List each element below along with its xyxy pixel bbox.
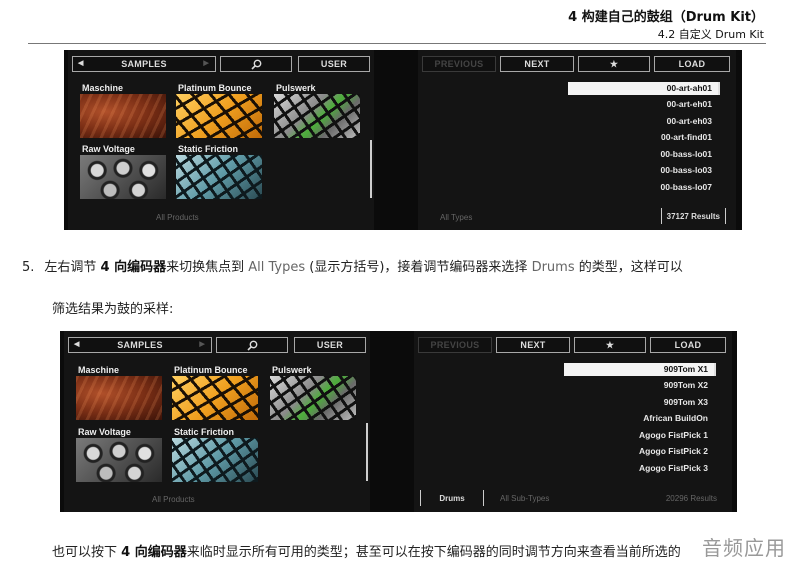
tile-static-friction-image[interactable]: [176, 155, 262, 199]
chapter-title: 4 构建自己的鼓组（Drum Kit）: [568, 10, 764, 25]
samples-button[interactable]: ◀ SAMPLES ▶: [68, 337, 212, 353]
product-filter[interactable]: All Products: [156, 213, 199, 222]
para-text: 也可以按下: [52, 545, 122, 560]
results-count: 20296 Results: [665, 493, 717, 503]
tile-platinum-bounce-image[interactable]: [172, 376, 258, 420]
tile-label-pulswerk: Pulswerk: [276, 83, 316, 93]
tile-label-platinum-bounce: Platinum Bounce: [178, 83, 252, 93]
product-filter[interactable]: All Products: [152, 495, 195, 504]
samples-label: SAMPLES: [121, 59, 167, 69]
step-number: 5.: [22, 260, 35, 275]
list-item[interactable]: 00-bass-lo01: [568, 146, 718, 163]
user-button[interactable]: USER: [298, 56, 370, 72]
arrow-right-icon: ▶: [203, 60, 209, 67]
favorite-star-button[interactable]: ★: [578, 56, 650, 72]
tile-label-pulswerk: Pulswerk: [272, 365, 312, 375]
list-scrollbar[interactable]: [718, 82, 720, 95]
search-icon: [246, 340, 257, 351]
tile-maschine-image[interactable]: [80, 94, 166, 138]
user-button[interactable]: USER: [294, 337, 366, 353]
tile-label-maschine: Maschine: [78, 365, 120, 375]
list-item[interactable]: 00-bass-lo03: [568, 162, 718, 179]
tile-label-platinum-bounce: Platinum Bounce: [174, 365, 248, 375]
left-display: ◀ SAMPLES ▶ USER Maschine Platinum Bounc…: [64, 331, 370, 512]
para-text: 来临时显示所有可用的类型；甚至可以在按下编码器的同时调节方向来查看当前所选的: [186, 545, 681, 560]
list-item[interactable]: 00-art-eh03: [568, 113, 718, 130]
encoder-term: 4 向编码器: [121, 545, 187, 560]
tile-pulswerk-image[interactable]: [274, 94, 360, 138]
tile-label-static-friction: Static Friction: [174, 427, 235, 437]
step-5-text: 5. 左右调节 4 向编码器来切换焦点到 All Types (显示方括号)，接着…: [22, 256, 683, 275]
samples-label: SAMPLES: [117, 340, 163, 350]
next-button[interactable]: NEXT: [500, 56, 574, 72]
load-button[interactable]: LOAD: [654, 56, 730, 72]
scrollbar[interactable]: [366, 423, 368, 481]
results-count: 37127 Results: [660, 208, 726, 224]
list-item[interactable]: African BuildOn: [564, 410, 714, 427]
left-display: ◀ SAMPLES ▶ USER Maschine Platinum Bounc…: [68, 50, 374, 230]
list-item[interactable]: Agogo FistPick 2: [564, 443, 714, 460]
arrow-left-icon: ◀: [74, 341, 80, 348]
all-types-term: All Types: [248, 260, 306, 275]
tile-label-static-friction: Static Friction: [178, 144, 239, 154]
tile-platinum-bounce-image[interactable]: [176, 94, 262, 138]
encoder-term: 4 向编码器: [100, 260, 167, 275]
tile-maschine-image[interactable]: [76, 376, 162, 420]
browser-screenshot-2: ◀ SAMPLES ▶ USER Maschine Platinum Bounc…: [60, 331, 737, 512]
list-item[interactable]: 909Tom X3: [564, 394, 714, 411]
search-button[interactable]: [216, 337, 288, 353]
list-item[interactable]: 00-art-eh01: [568, 96, 718, 113]
tile-raw-voltage-image[interactable]: [76, 438, 162, 482]
tile-static-friction-image[interactable]: [172, 438, 258, 482]
list-item[interactable]: 00-bass-lo07: [568, 179, 718, 196]
arrow-right-icon: ▶: [199, 341, 205, 348]
step-text: 左右调节: [44, 260, 101, 275]
arrow-left-icon: ◀: [78, 60, 84, 67]
samples-button[interactable]: ◀ SAMPLES ▶: [72, 56, 216, 72]
list-item[interactable]: 909Tom X1: [564, 363, 714, 376]
drums-term: Drums: [531, 260, 575, 275]
list-scrollbar[interactable]: [714, 363, 716, 376]
tile-label-maschine: Maschine: [82, 83, 124, 93]
scrollbar[interactable]: [370, 140, 372, 198]
previous-button[interactable]: PREVIOUS: [422, 56, 496, 72]
tile-pulswerk-image[interactable]: [270, 376, 356, 420]
type-filter[interactable]: All Types: [440, 213, 472, 222]
list-item[interactable]: Agogo FistPick 1: [564, 427, 714, 444]
header-divider: [28, 43, 766, 44]
browser-screenshot-1: ◀ SAMPLES ▶ USER Maschine Platinum Bounc…: [64, 50, 742, 230]
list-item[interactable]: 00-art-ah01: [568, 82, 718, 95]
right-display: PREVIOUS NEXT ★ LOAD 00-art-ah01 00-art-…: [418, 50, 736, 230]
search-button[interactable]: [220, 56, 292, 72]
list-item[interactable]: 909Tom X2: [564, 377, 714, 394]
next-button[interactable]: NEXT: [496, 337, 570, 353]
watermark: 音频应用: [702, 536, 786, 560]
bottom-paragraph: 也可以按下 4 向编码器来临时显示所有可用的类型；甚至可以在按下编码器的同时调节…: [52, 541, 681, 560]
previous-button[interactable]: PREVIOUS: [418, 337, 492, 353]
tile-raw-voltage-image[interactable]: [80, 155, 166, 199]
step-text: (显示方括号)，接着调节编码器来选择: [305, 260, 532, 275]
right-display: PREVIOUS NEXT ★ LOAD 909Tom X1 909Tom X2…: [414, 331, 732, 512]
section-title: 4.2 自定义 Drum Kit: [657, 28, 764, 41]
load-button[interactable]: LOAD: [650, 337, 726, 353]
step-5-text-line-2: 筛选结果为鼓的采样:: [52, 302, 174, 317]
results-list: 00-art-ah01 00-art-eh01 00-art-eh03 00-a…: [568, 80, 718, 196]
tile-label-raw-voltage: Raw Voltage: [82, 144, 135, 154]
search-icon: [250, 59, 261, 70]
step-text: 的类型，这样可以: [574, 260, 683, 275]
list-item[interactable]: Agogo FistPick 3: [564, 460, 714, 477]
step-text: 来切换焦点到: [166, 260, 249, 275]
tile-label-raw-voltage: Raw Voltage: [78, 427, 131, 437]
favorite-star-button[interactable]: ★: [574, 337, 646, 353]
subtype-filter[interactable]: All Sub-Types: [500, 494, 549, 503]
list-item[interactable]: 00-art-find01: [568, 129, 718, 146]
results-list: 909Tom X1 909Tom X2 909Tom X3 African Bu…: [564, 361, 714, 477]
type-filter-drums[interactable]: Drums: [420, 490, 484, 506]
